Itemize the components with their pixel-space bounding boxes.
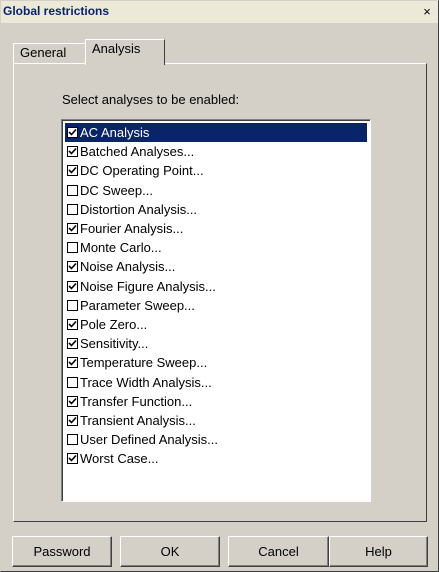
analysis-label: Temperature Sweep... [80,355,208,371]
analysis-label: Transient Analysis... [80,412,196,428]
checkmark-icon [68,148,77,155]
analysis-list-item[interactable]: Transfer Function... [65,392,367,411]
checkbox-checked[interactable] [67,165,78,177]
analysis-label: Sensitivity... [80,336,149,352]
global-restrictions-dialog: Global restrictions × General Analysis S… [0,0,439,572]
analysis-label: Pole Zero... [80,316,148,332]
analysis-list-item[interactable]: Fourier Analysis... [65,219,367,238]
analysis-label: Monte Carlo... [80,240,162,256]
checkbox-checked[interactable] [67,280,78,292]
analysis-list-item[interactable]: AC Analysis [65,123,367,143]
title-bar[interactable]: Global restrictions × [1,1,438,24]
analysis-label: Noise Figure Analysis... [80,278,216,294]
checkmark-icon [68,340,77,347]
analysis-list-item[interactable]: Parameter Sweep... [65,296,367,315]
checkmark-icon [68,359,77,367]
checkbox-checked[interactable] [67,453,78,465]
button-row: Password OK Cancel Help [1,536,438,568]
ok-button[interactable]: OK [120,536,220,567]
checkbox-checked[interactable] [67,146,78,158]
checkbox-checked[interactable] [67,414,78,426]
analysis-list-item[interactable]: Temperature Sweep... [65,353,367,372]
tab-general[interactable]: General [13,43,87,63]
checkmark-icon [68,224,77,232]
cancel-button[interactable]: Cancel [228,536,329,567]
checkbox-unchecked[interactable] [67,299,78,311]
tab-analysis[interactable]: Analysis [85,39,165,65]
password-button[interactable]: Password [12,536,112,567]
checkmark-icon [68,263,77,271]
checkbox-checked[interactable] [67,395,78,407]
analysis-label: Batched Analyses... [80,144,195,160]
analysis-label: User Defined Analysis... [80,432,219,448]
analyses-list: AC Analysis Batched Analyses... DC Operati… [65,123,367,468]
checkbox-unchecked[interactable] [67,434,78,446]
checkmark-icon [68,282,77,290]
analysis-list-item[interactable]: Sensitivity... [65,334,367,353]
analysis-list-item[interactable]: Trace Width Analysis... [65,372,367,391]
checkmark-icon [68,129,77,136]
analysis-label: Transfer Function... [80,393,193,409]
checkbox-unchecked[interactable] [67,184,78,196]
analysis-label: DC Operating Point... [80,163,204,179]
checkmark-icon [68,397,77,405]
analysis-label: AC Analysis [80,125,150,141]
analysis-label: Noise Analysis... [80,259,176,275]
close-icon[interactable]: × [420,5,434,19]
analysis-list-item[interactable]: Pole Zero... [65,315,367,334]
analysis-list-item[interactable]: DC Operating Point... [65,161,367,180]
checkbox-checked[interactable] [67,223,78,235]
analysis-list-item[interactable]: Worst Case... [65,449,367,468]
instruction-label: Select analyses to be enabled: [62,92,240,107]
analysis-list-item[interactable]: Monte Carlo... [65,238,367,257]
checkbox-checked[interactable] [67,127,78,139]
checkbox-unchecked[interactable] [67,376,78,388]
analysis-list-item[interactable]: DC Sweep... [65,181,367,200]
analysis-list-item[interactable]: Noise Analysis... [65,257,367,276]
checkmark-icon [68,320,77,328]
checkmark-icon [68,455,77,462]
analysis-label: Fourier Analysis... [80,221,184,237]
analysis-label: Worst Case... [80,451,159,467]
checkmark-icon [68,416,77,424]
checkbox-checked[interactable] [67,261,78,273]
analysis-list-item[interactable]: Batched Analyses... [65,142,367,161]
analysis-list-item[interactable]: Transient Analysis... [65,411,367,430]
checkmark-icon [68,167,77,175]
analyses-checklist[interactable]: AC Analysis Batched Analyses... DC Operati… [61,119,371,502]
checkbox-checked[interactable] [67,318,78,330]
analysis-tab-panel: Select analyses to be enabled: AC Analys… [13,63,427,522]
checkbox-checked[interactable] [67,338,78,350]
checkbox-unchecked[interactable] [67,242,78,254]
help-button[interactable]: Help [329,536,428,567]
analysis-label: Trace Width Analysis... [80,374,212,390]
checkbox-unchecked[interactable] [67,203,78,215]
checkbox-checked[interactable] [67,357,78,369]
analysis-list-item[interactable]: Noise Figure Analysis... [65,277,367,296]
analysis-label: DC Sweep... [80,182,153,198]
analysis-label: Parameter Sweep... [80,297,195,313]
window-title: Global restrictions [3,4,110,18]
analysis-label: Distortion Analysis... [80,201,198,217]
analysis-list-item[interactable]: Distortion Analysis... [65,200,367,219]
analysis-list-item[interactable]: User Defined Analysis... [65,430,367,449]
